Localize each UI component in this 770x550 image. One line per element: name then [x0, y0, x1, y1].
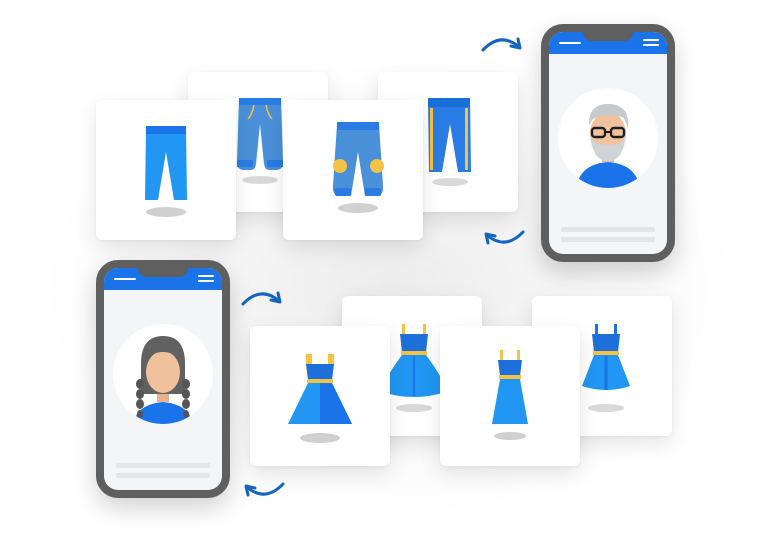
phone-screen [549, 32, 667, 254]
app-logo-bar [114, 278, 136, 280]
placeholder-line [116, 473, 210, 478]
menu-icon[interactable] [198, 275, 214, 284]
sync-arrow-bottom-right [484, 230, 525, 245]
app-logo-bar [559, 42, 581, 44]
phone-notch [138, 268, 188, 277]
product-card-joggers[interactable] [283, 100, 423, 240]
product-card-a-line-dress[interactable] [250, 326, 390, 466]
a-line-dress-icon [288, 354, 352, 443]
product-card-slim-dress[interactable] [440, 326, 580, 466]
girl-with-braids-icon [113, 324, 213, 424]
phone-top-right [541, 24, 675, 262]
placeholder-line [561, 237, 655, 242]
sync-arrow-top-left [241, 291, 282, 306]
phone-bottom-left [96, 260, 230, 498]
product-card-blue-pants[interactable] [96, 100, 236, 240]
girl-with-braids-avatar [113, 324, 213, 424]
phone-screen [104, 268, 222, 490]
older-man-icon [558, 88, 658, 188]
placeholder-line [116, 463, 210, 468]
phone-notch [583, 32, 633, 41]
sync-arrow-top-right [481, 37, 522, 52]
slim-dress-icon [492, 350, 528, 440]
illustration-stage [0, 0, 770, 550]
joggers-with-knee-patches-icon [332, 122, 384, 213]
older-man-with-glasses-avatar [558, 88, 658, 188]
menu-icon[interactable] [643, 39, 659, 48]
placeholder-line [561, 227, 655, 232]
blue-pants-icon [145, 126, 187, 217]
sync-arrow-bottom-left [244, 482, 285, 497]
